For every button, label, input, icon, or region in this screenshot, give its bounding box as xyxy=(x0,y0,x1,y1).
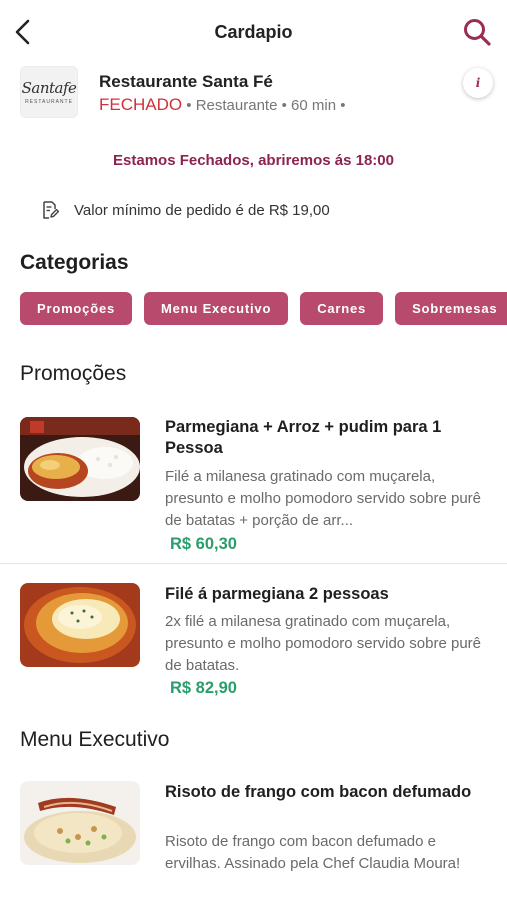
document-edit-icon xyxy=(40,200,60,220)
restaurant-logo: Santafe RESTAURANTE xyxy=(20,66,78,118)
category-chip-promocoes[interactable]: Promoções xyxy=(20,292,133,325)
product-description: 2x filé a milanesa gratinado com muçarel… xyxy=(165,613,482,674)
product-item[interactable]: Parmegiana + Arroz + pudim para 1 Pessoa… xyxy=(0,405,507,563)
min-order-text: Valor mínimo de pedido é de R$ 19,00 xyxy=(74,201,330,219)
categories-title: Categorias xyxy=(20,251,129,274)
product-price: R$ 60,30 xyxy=(170,535,237,553)
product-name: Filé á parmegiana 2 pessoas xyxy=(165,585,389,603)
closed-banner: Estamos Fechados, abriremos ás 18:00 xyxy=(113,152,394,169)
top-bar: Cardapio xyxy=(0,0,507,64)
product-description: Risoto de frango com bacon defumado e er… xyxy=(165,833,461,872)
category-chip-menu-executivo[interactable]: Menu Executivo xyxy=(144,292,289,325)
restaurant-name: Restaurante Santa Fé xyxy=(99,72,273,91)
product-image xyxy=(20,417,140,501)
min-order-notice: Valor mínimo de pedido é de R$ 19,00 xyxy=(40,200,330,220)
category-chip-carnes[interactable]: Carnes xyxy=(300,292,384,325)
product-image xyxy=(20,583,140,667)
product-item[interactable]: Risoto de frango com bacon defumado Riso… xyxy=(0,770,507,900)
logo-text: Santafe xyxy=(21,79,77,97)
page-title: Cardapio xyxy=(214,22,293,42)
restaurant-meta: FECHADO • Restaurante • 60 min • xyxy=(99,95,345,115)
info-icon: i xyxy=(475,76,481,90)
search-button[interactable] xyxy=(461,16,493,48)
section-title-menu-executivo: Menu Executivo xyxy=(20,728,170,751)
restaurant-header: Santafe RESTAURANTE Restaurante Santa Fé… xyxy=(0,64,507,120)
category-chip-sobremesas[interactable]: Sobremesas xyxy=(395,292,507,325)
categories-scroller[interactable]: Promoções Menu Executivo Carnes Sobremes… xyxy=(0,292,507,326)
product-description: Filé a milanesa gratinado com muçarela, … xyxy=(165,468,482,529)
product-price: R$ 82,90 xyxy=(170,679,237,697)
section-title-promocoes: Promoções xyxy=(20,362,127,385)
status-badge: FECHADO xyxy=(99,95,183,114)
category-chips: Promoções Menu Executivo Carnes Sobremes… xyxy=(20,292,507,325)
search-icon xyxy=(464,19,491,46)
product-name: Risoto de frango com bacon defumado xyxy=(165,783,472,801)
info-button[interactable]: i xyxy=(463,68,493,98)
restaurant-details: • Restaurante • 60 min • xyxy=(182,97,346,114)
divider xyxy=(0,563,507,564)
product-item[interactable]: Filé á parmegiana 2 pessoas 2x filé a mi… xyxy=(0,570,507,710)
logo-subtext: RESTAURANTE xyxy=(25,99,73,105)
product-name: Parmegiana + Arroz + pudim para 1 Pessoa xyxy=(165,418,442,457)
product-image xyxy=(20,781,140,865)
